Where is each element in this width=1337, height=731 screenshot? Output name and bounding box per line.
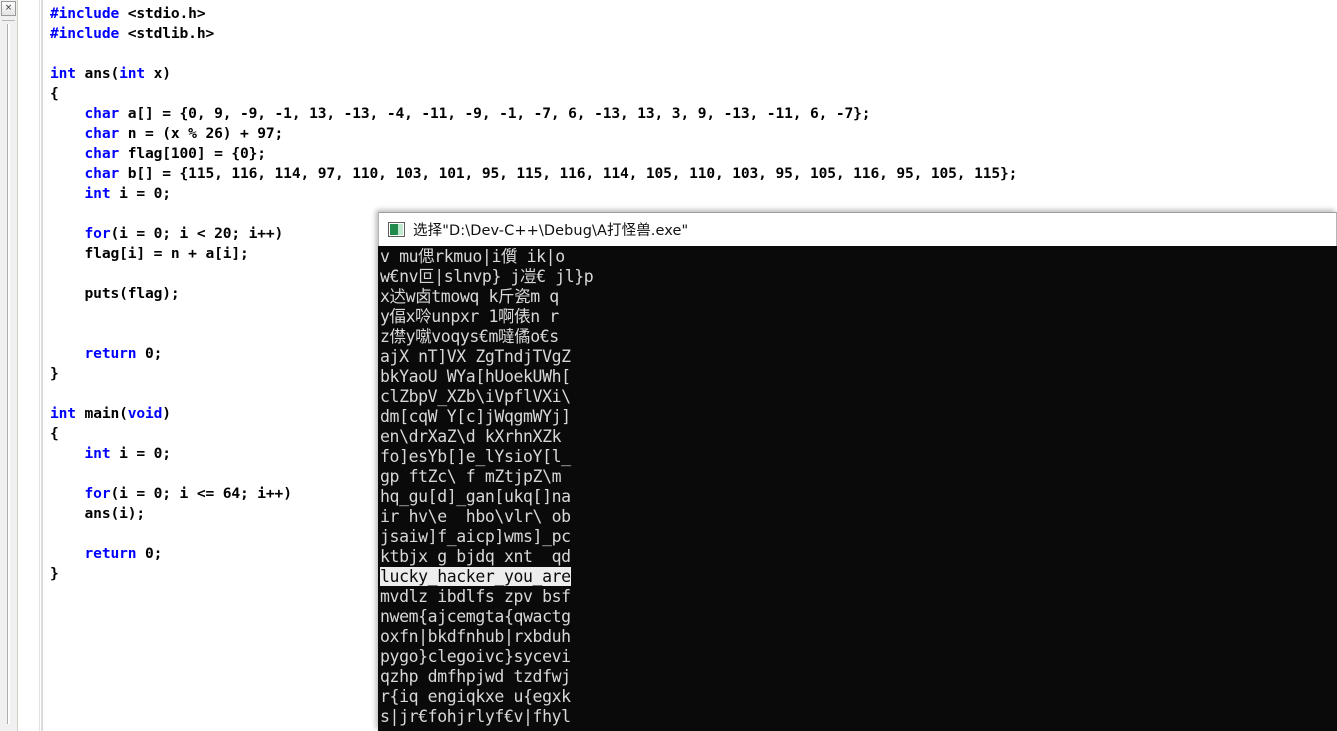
code-token: return: [84, 545, 137, 563]
console-line-selected: lucky_hacker_you_are: [380, 567, 571, 586]
code-token: int: [50, 405, 76, 423]
console-titlebar[interactable]: 选择"D:\Dev-C++\Debug\A打怪兽.exe": [378, 212, 1337, 246]
console-line: hq_gu[d]_gan[ukq[]na: [380, 487, 571, 506]
ide-window: × #include <stdio.h> #include <stdlib.h>…: [0, 0, 1337, 731]
console-line: w€nv叵|slnvp} j凒€ jl}p: [380, 267, 594, 286]
code-token: x): [145, 65, 171, 83]
code-token: a[] = {0, 9, -9, -1, 13, -13, -4, -11, -…: [119, 105, 871, 123]
console-line: pygo}clegoivc}sycevi: [380, 647, 571, 666]
code-token: n = (x % 26) + 97;: [119, 125, 284, 143]
code-token: return: [84, 345, 137, 363]
console-line: bkYaoU WYa[hUoekUWh[: [380, 367, 571, 386]
code-token: 0;: [136, 345, 163, 363]
code-token: char: [84, 105, 120, 123]
console-line: v mu偲rkmuo|i儨 ik|o: [380, 247, 565, 266]
code-token: void: [127, 405, 163, 423]
code-token: for: [84, 225, 111, 243]
console-window-icon: [388, 222, 405, 237]
code-token: i = 0;: [110, 185, 171, 203]
dock-scroll-track[interactable]: [7, 24, 10, 724]
console-output-text[interactable]: v mu偲rkmuo|i儨 ik|o w€nv叵|slnvp} j凒€ jl}p…: [378, 246, 1337, 727]
console-window[interactable]: 选择"D:\Dev-C++\Debug\A打怪兽.exe" v mu偲rkmuo…: [378, 212, 1337, 731]
code-token: }: [50, 365, 59, 383]
console-line: z僸y噈voqys€m噠僪o€s: [380, 327, 559, 346]
console-line: x迖w卤tmowq k斤瓷m q: [380, 287, 559, 306]
code-token: char: [84, 145, 120, 163]
console-line: dm[cqW Y[c]jWqgmWYj]: [380, 407, 571, 426]
code-token: {: [50, 425, 59, 443]
code-token: int: [50, 65, 76, 83]
code-token: 0;: [136, 545, 163, 563]
console-line: en\drXaZ\d kXrhnXZk: [380, 427, 562, 446]
console-line: oxfn|bkdfnhub|rxbduh: [380, 627, 571, 646]
code-token: puts(flag);: [84, 285, 180, 303]
code-token: ): [162, 405, 171, 423]
code-token: int: [119, 65, 146, 83]
console-line: ir hv\e hbo\vlr\ ob: [380, 507, 571, 526]
console-line: clZbpV_XZb\iVpflVXi\: [380, 387, 571, 406]
console-line: fo]esYb[]e_lYsioY[l_: [380, 447, 571, 466]
code-token: int: [84, 445, 111, 463]
close-icon[interactable]: ×: [1, 1, 16, 16]
code-token: ans(: [75, 65, 120, 83]
code-token: }: [50, 565, 59, 583]
editor-gutter: [18, 0, 43, 731]
code-token: <stdio.h>: [119, 5, 206, 22]
code-token: for: [84, 485, 111, 503]
console-line: gp ftZc\ f mZtjpZ\m: [380, 467, 562, 486]
code-token: int: [84, 185, 111, 203]
console-line: ajX nT]VX ZgTndjTVgZ: [380, 347, 571, 366]
console-line: qzhp dmfhpjwd tzdfwj: [380, 667, 571, 686]
code-token: flag[100] = {0};: [119, 145, 266, 163]
console-line: s|jr€fohjrlyf€v|fhyl: [380, 707, 571, 726]
console-line: jsaiw]f_aicp]wms]_pc: [380, 527, 571, 546]
code-token: main(: [75, 405, 128, 423]
console-title: 选择"D:\Dev-C++\Debug\A打怪兽.exe": [413, 223, 689, 239]
code-token: char: [84, 125, 120, 143]
code-token: (i = 0; i <= 64; i++): [110, 485, 292, 503]
code-token: {: [50, 85, 59, 103]
console-line: y偪x唥unpxr 1啊俵n r: [380, 307, 559, 326]
console-line: mvdlz ibdlfs zpv bsf: [380, 587, 571, 606]
code-token: <stdlib.h>: [119, 25, 215, 43]
dock-divider: [2, 20, 15, 21]
code-token: #include: [50, 25, 120, 43]
console-line: ktbjx g bjdq xnt qd: [380, 547, 571, 566]
code-token: b[] = {115, 116, 114, 97, 110, 103, 101,…: [119, 165, 1018, 183]
code-token: (i = 0; i < 20; i++): [110, 225, 284, 243]
console-line: nwem{ajcemgta{qwactg: [380, 607, 571, 626]
code-token: flag[i] = n + a[i];: [84, 245, 249, 263]
left-dock-panel: ×: [0, 0, 18, 731]
code-token: char: [84, 165, 120, 183]
console-output-area[interactable]: v mu偲rkmuo|i儨 ik|o w€nv叵|slnvp} j凒€ jl}p…: [378, 246, 1337, 731]
console-line: r{iq engiqkxe u{egxk: [380, 687, 571, 706]
code-token: #include: [50, 5, 120, 22]
code-token: i = 0;: [110, 445, 171, 463]
code-token: ans(i);: [84, 505, 146, 523]
